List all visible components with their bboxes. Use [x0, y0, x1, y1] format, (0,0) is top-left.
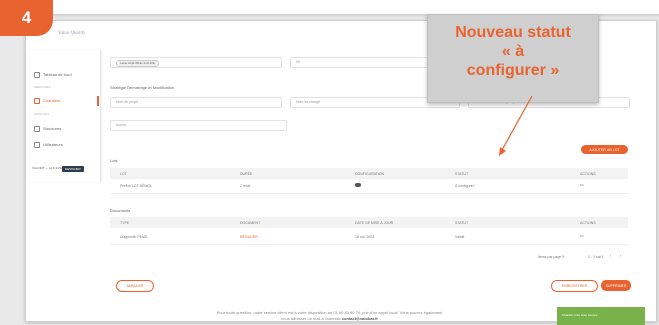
app-logo: Value Quality	[58, 31, 86, 36]
callout-line-1: Nouveau statut	[455, 24, 571, 41]
prev-page-icon[interactable]: ‹	[610, 254, 611, 258]
sidebar-active-indicator	[97, 96, 99, 106]
sidebar-user-label: VALORIT — ALK EVERS	[32, 166, 66, 170]
sidebar: Tableau de bord SERVICES Chantiers GESTI…	[26, 50, 101, 182]
role-badge[interactable]: DESIGNER	[62, 166, 84, 172]
type-select[interactable]: Aucun	[110, 120, 287, 131]
documents-title: Documents	[110, 208, 131, 213]
contact-email-link[interactable]: contact@valobat.fr	[342, 316, 378, 321]
dashboard-icon	[34, 72, 40, 78]
users-icon	[34, 142, 40, 148]
submit-button[interactable]: SUPPRIMER	[601, 280, 631, 291]
add-lot-button[interactable]: AJOUTER UN LOT	[581, 145, 628, 154]
sidebar-section-services: SERVICES	[34, 85, 51, 89]
cancel-button[interactable]: ANNULER	[116, 280, 154, 292]
label-select-field[interactable]: Label HQE Biblio Ind'HOE	[110, 57, 282, 68]
section-title: Stratégie Démarrage et Modification	[110, 85, 175, 90]
table-row[interactable]: Diagnostic PEMD RÉGULIER 18 oct. 2023 Va…	[110, 230, 628, 245]
browser-top-bar	[0, 0, 659, 15]
sidebar-item-structures[interactable]: Structures	[34, 126, 61, 132]
lots-title: Lots	[110, 158, 118, 163]
structure-icon	[34, 126, 40, 132]
pagination-range: 1 - 1 sur 1	[588, 255, 604, 259]
label-chip[interactable]: Label HQE Biblio Ind'HOE	[116, 59, 159, 67]
step-number-badge: 4	[0, 0, 53, 36]
building-icon	[34, 98, 40, 104]
items-per-page[interactable]: Items par page 5	[538, 255, 564, 259]
lots-table-header: LOT DURÉE CONFIGURATION STATUT ACTIONS	[110, 168, 628, 179]
duration-value: 90	[296, 60, 300, 64]
more-actions-icon[interactable]: •••	[580, 183, 584, 187]
next-page-icon[interactable]: ›	[620, 254, 621, 258]
callout-line-3: configurer »	[466, 62, 560, 79]
document-link[interactable]: RÉGULIER	[240, 235, 258, 239]
save-button[interactable]: ENREGISTRER	[551, 280, 598, 292]
table-row[interactable]: Préfixe LOT DÉMOL 2 mois À configurer ••…	[110, 179, 628, 194]
eye-icon[interactable]	[355, 183, 361, 187]
sidebar-section-gestion: GESTION	[34, 112, 49, 116]
callout-line-2: « à	[501, 43, 525, 60]
success-toast: Chantier créé avec succès	[557, 307, 645, 325]
project-name-input[interactable]: Nom du projet	[110, 97, 282, 108]
sidebar-item-users[interactable]: Utilisateurs	[34, 142, 63, 148]
documents-table-header: TYPE DOCUMENT DATE DE MISE À JOUR STATUT…	[110, 217, 628, 228]
close-icon[interactable]: ✕	[638, 32, 643, 39]
more-actions-icon[interactable]: •••	[580, 234, 584, 238]
sidebar-item-dashboard[interactable]: Tableau de bord	[34, 72, 72, 78]
sidebar-item-chantiers[interactable]: Chantiers	[34, 98, 60, 104]
annotation-callout: Nouveau statut « à configurer »	[427, 14, 599, 103]
lot-status: À configurer	[455, 184, 474, 188]
